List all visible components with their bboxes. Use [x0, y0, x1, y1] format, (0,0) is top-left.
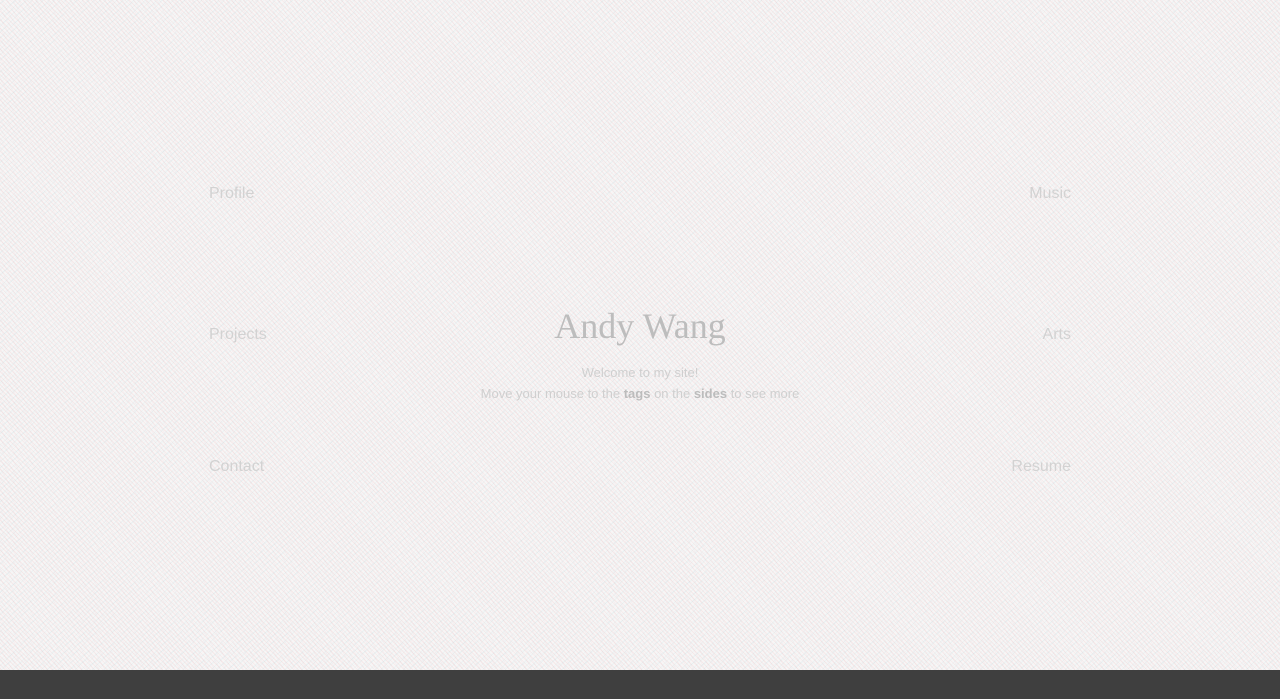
nav-tag-contact[interactable]: Contact — [209, 457, 264, 477]
welcome-text: Welcome to my site! — [581, 365, 699, 380]
hint-suffix: to see more — [727, 386, 800, 401]
nav-tag-resume[interactable]: Resume — [1011, 457, 1071, 477]
hint-middle: on the — [650, 386, 694, 401]
landing-stage: Profile Projects Contact Music Arts Resu… — [0, 0, 1280, 670]
nav-tag-music[interactable]: Music — [1029, 184, 1071, 204]
hint-prefix: Move your mouse to the — [480, 386, 624, 401]
nav-tag-profile[interactable]: Profile — [209, 184, 254, 204]
hint-text: Move your mouse to the tags on the sides… — [340, 384, 940, 404]
intro-block: Andy Wang Welcome to my site! Move your … — [340, 302, 940, 404]
nav-tag-arts[interactable]: Arts — [1043, 325, 1071, 345]
footer-bar — [0, 670, 1280, 699]
nav-tag-projects[interactable]: Projects — [209, 325, 267, 345]
site-title: Andy Wang — [554, 306, 726, 346]
hint-emphasis-tags: tags — [623, 386, 651, 401]
hint-emphasis-sides: sides — [693, 386, 728, 401]
